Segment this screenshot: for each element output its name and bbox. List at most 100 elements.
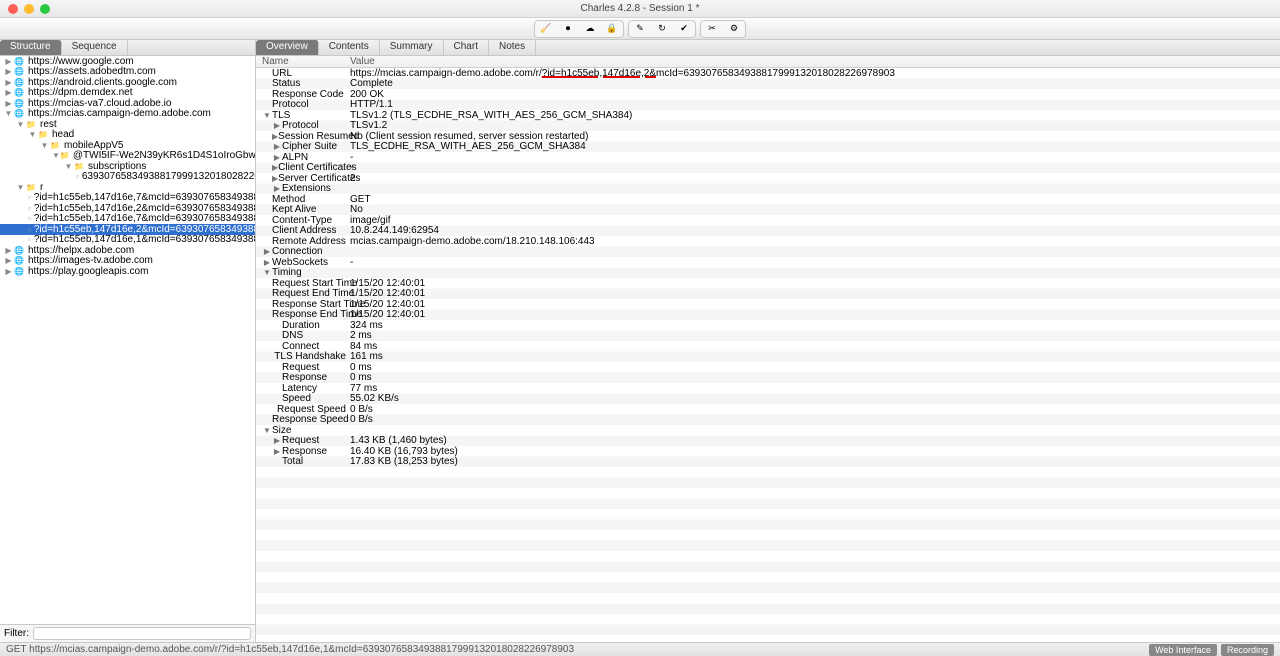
detail-row[interactable]: Response Speed0 B/s: [256, 415, 1280, 426]
disclosure-toggle[interactable]: ▶: [272, 142, 282, 151]
disclosure-arrow[interactable]: ▶: [4, 78, 13, 87]
detail-row[interactable]: ▶Extensions: [256, 184, 1280, 195]
detail-row[interactable]: ▶Request1.43 KB (1,460 bytes): [256, 436, 1280, 447]
disclosure-arrow[interactable]: ▶: [4, 99, 13, 108]
disclosure-arrow[interactable]: ▼: [16, 183, 25, 192]
detail-row[interactable]: MethodGET: [256, 194, 1280, 205]
detail-row[interactable]: ▶Server Certificates2: [256, 173, 1280, 184]
detail-row[interactable]: ▼TLSTLSv1.2 (TLS_ECDHE_RSA_WITH_AES_256_…: [256, 110, 1280, 121]
disclosure-arrow[interactable]: ▶: [4, 88, 13, 97]
disclosure-toggle[interactable]: ▶: [272, 184, 282, 193]
tab-notes[interactable]: Notes: [489, 40, 536, 55]
tab-structure[interactable]: Structure: [0, 40, 62, 55]
toolbar-button[interactable]: 🧹: [536, 22, 556, 36]
tree-row[interactable]: ▼🌐https://mcias.campaign-demo.adobe.com: [0, 109, 255, 120]
tree-row[interactable]: ▼📁rest: [0, 119, 255, 130]
tree-row[interactable]: ▶🌐https://assets.adobedtm.com: [0, 67, 255, 78]
tree-row[interactable]: ▫?id=h1c55eb,147d16e,7&mcId=639307658349…: [0, 214, 255, 225]
detail-row[interactable]: Request Speed0 B/s: [256, 404, 1280, 415]
tab-contents[interactable]: Contents: [319, 40, 380, 55]
detail-row[interactable]: Response End Time1/15/20 12:40:01: [256, 310, 1280, 321]
disclosure-arrow[interactable]: ▼: [40, 141, 49, 150]
detail-row[interactable]: TLS Handshake161 ms: [256, 352, 1280, 363]
tree-row[interactable]: ▫?id=h1c55eb,147d16e,7&mcId=639307658349…: [0, 193, 255, 204]
detail-row[interactable]: ▶Client Certificates-: [256, 163, 1280, 174]
disclosure-toggle[interactable]: ▼: [262, 426, 272, 435]
detail-row[interactable]: Request Start Time1/15/20 12:40:01: [256, 278, 1280, 289]
toolbar-button[interactable]: ✔: [674, 22, 694, 36]
detail-row[interactable]: Response0 ms: [256, 373, 1280, 384]
detail-row[interactable]: ▶Response16.40 KB (16,793 bytes): [256, 446, 1280, 457]
tree-row[interactable]: ▼📁head: [0, 130, 255, 141]
close-icon[interactable]: [8, 4, 18, 14]
disclosure-arrow[interactable]: ▶: [4, 267, 13, 276]
disclosure-toggle[interactable]: ▼: [262, 268, 272, 277]
toolbar-button[interactable]: ✎: [630, 22, 650, 36]
detail-row[interactable]: Latency77 ms: [256, 383, 1280, 394]
detail-row[interactable]: Request End Time1/15/20 12:40:01: [256, 289, 1280, 300]
detail-row[interactable]: Request0 ms: [256, 362, 1280, 373]
detail-row[interactable]: ▶ALPN-: [256, 152, 1280, 163]
detail-row[interactable]: ▶ProtocolTLSv1.2: [256, 121, 1280, 132]
tree-row[interactable]: ▶🌐https://dpm.demdex.net: [0, 88, 255, 99]
detail-row[interactable]: Content-Typeimage/gif: [256, 215, 1280, 226]
detail-row[interactable]: Kept AliveNo: [256, 205, 1280, 216]
tree-row[interactable]: ▼📁mobileAppV5: [0, 140, 255, 151]
disclosure-toggle[interactable]: ▶: [272, 436, 282, 445]
status-button[interactable]: Web Interface: [1149, 644, 1217, 656]
disclosure-arrow[interactable]: ▶: [4, 67, 13, 76]
tree-row[interactable]: ▫?id=h1c55eb,147d16e,2&mcId=639307658349…: [0, 224, 255, 235]
tree-row[interactable]: ▼📁@TWI5IF-We2N39yKR6s1D4S1oIroGbwgPn8z6u…: [0, 151, 255, 162]
filter-input[interactable]: [33, 627, 251, 640]
detail-row[interactable]: Connect84 ms: [256, 341, 1280, 352]
detail-row[interactable]: DNS2 ms: [256, 331, 1280, 342]
disclosure-arrow[interactable]: ▼: [64, 162, 73, 171]
disclosure-toggle[interactable]: ▶: [272, 121, 282, 130]
detail-row[interactable]: Response Start Time1/15/20 12:40:01: [256, 299, 1280, 310]
toolbar-button[interactable]: ⏺: [558, 22, 578, 36]
tab-overview[interactable]: Overview: [256, 40, 319, 55]
tree-row[interactable]: ▶🌐https://www.google.com: [0, 56, 255, 67]
tree-row[interactable]: ▶🌐https://play.googleapis.com: [0, 266, 255, 277]
tree-row[interactable]: ▶🌐https://images-tv.adobe.com: [0, 256, 255, 267]
detail-row[interactable]: Client Address10.8.244.149:62954: [256, 226, 1280, 237]
tree-row[interactable]: ▼📁r: [0, 182, 255, 193]
detail-body[interactable]: URLhttps://mcias.campaign-demo.adobe.com…: [256, 68, 1280, 642]
status-button[interactable]: Recording: [1221, 644, 1274, 656]
tab-chart[interactable]: Chart: [444, 40, 489, 55]
toolbar-button[interactable]: ↻: [652, 22, 672, 36]
detail-row[interactable]: ▶Cipher SuiteTLS_ECDHE_RSA_WITH_AES_256_…: [256, 142, 1280, 153]
disclosure-arrow[interactable]: ▶: [4, 256, 13, 265]
host-tree[interactable]: ▶🌐https://www.google.com▶🌐https://assets…: [0, 56, 255, 624]
detail-row[interactable]: Speed55.02 KB/s: [256, 394, 1280, 405]
disclosure-toggle[interactable]: ▶: [272, 447, 282, 456]
tree-row[interactable]: ▫63930765834938817999132018028226978903: [0, 172, 255, 183]
disclosure-toggle[interactable]: ▶: [262, 258, 272, 267]
detail-row[interactable]: Duration324 ms: [256, 320, 1280, 331]
disclosure-toggle[interactable]: ▼: [262, 111, 272, 120]
detail-row[interactable]: StatusComplete: [256, 79, 1280, 90]
disclosure-toggle[interactable]: ▶: [272, 153, 282, 162]
detail-row[interactable]: ▼Timing: [256, 268, 1280, 279]
toolbar-button[interactable]: ⚙: [724, 22, 744, 36]
tree-row[interactable]: ▶🌐https://helpx.adobe.com: [0, 245, 255, 256]
tab-sequence[interactable]: Sequence: [62, 40, 128, 55]
tree-row[interactable]: ▶🌐https://android.clients.google.com: [0, 77, 255, 88]
detail-row[interactable]: ▶WebSockets-: [256, 257, 1280, 268]
detail-row[interactable]: Total17.83 KB (18,253 bytes): [256, 457, 1280, 468]
tab-summary[interactable]: Summary: [380, 40, 444, 55]
toolbar-button[interactable]: ☁: [580, 22, 600, 36]
minimize-icon[interactable]: [24, 4, 34, 14]
zoom-icon[interactable]: [40, 4, 50, 14]
disclosure-arrow[interactable]: ▼: [52, 151, 60, 160]
disclosure-toggle[interactable]: ▶: [262, 247, 272, 256]
toolbar-button[interactable]: 🔒: [602, 22, 622, 36]
tree-row[interactable]: ▫?id=h1c55eb,147d16e,2&mcId=639307658349…: [0, 203, 255, 214]
disclosure-arrow[interactable]: ▼: [4, 109, 13, 118]
disclosure-arrow[interactable]: ▶: [4, 246, 13, 255]
detail-row[interactable]: ▼Size: [256, 425, 1280, 436]
detail-row[interactable]: ProtocolHTTP/1.1: [256, 100, 1280, 111]
detail-row[interactable]: Response Code200 OK: [256, 89, 1280, 100]
tree-row[interactable]: ▶🌐https://mcias-va7.cloud.adobe.io: [0, 98, 255, 109]
toolbar-button[interactable]: ✂: [702, 22, 722, 36]
